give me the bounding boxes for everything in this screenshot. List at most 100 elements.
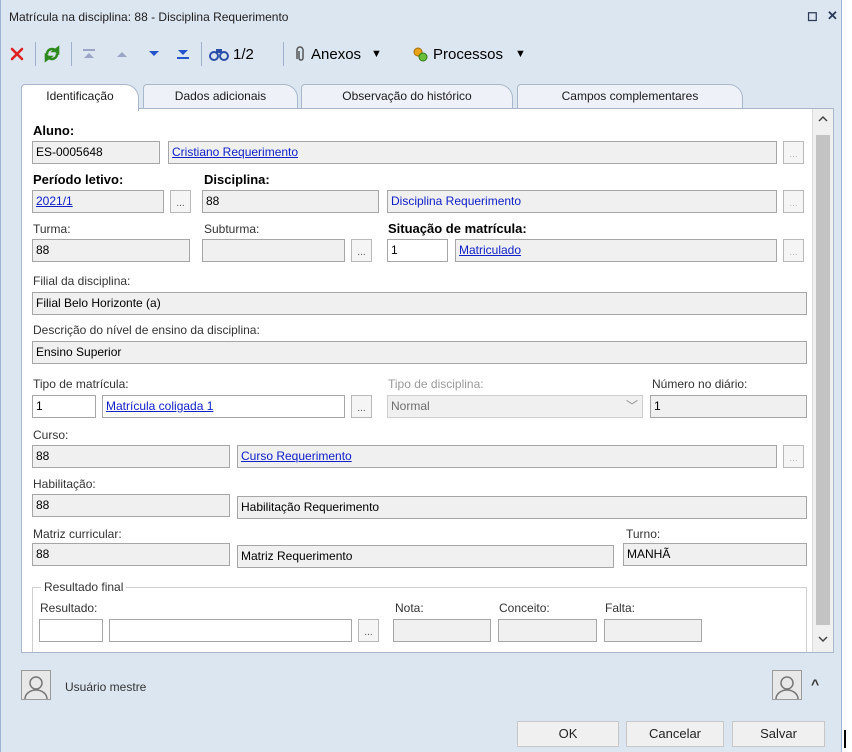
subturma-field[interactable] <box>202 239 345 262</box>
previous-record-icon[interactable] <box>115 44 129 64</box>
conceito-field[interactable] <box>498 619 597 642</box>
tab-identificacao[interactable]: Identificação <box>21 84 139 111</box>
tipo-disciplina-label: Tipo de disciplina: <box>388 377 484 391</box>
scrollbar-thumb[interactable] <box>816 135 830 625</box>
processes-button[interactable]: Processos ▼ <box>411 44 526 64</box>
user-name: Usuário mestre <box>65 680 147 694</box>
curso-code-field[interactable]: 88 <box>32 445 230 468</box>
dialog-window: Matrícula na disciplina: 88 - Disciplina… <box>0 0 842 752</box>
aluno-lookup-button[interactable]: ... <box>783 141 804 164</box>
tipo-disciplina-value: Normal <box>391 399 430 413</box>
curso-name-link[interactable]: Curso Requerimento <box>237 445 777 468</box>
disciplina-name-field[interactable]: Disciplina Requerimento <box>387 190 777 213</box>
tab-campos-complementares[interactable]: Campos complementares <box>517 84 743 109</box>
form-panel: Aluno: ES-0005648 Cristiano Requerimento… <box>21 108 834 653</box>
restore-icon[interactable]: ◻ <box>807 8 818 24</box>
chevron-down-icon: ﹀ <box>625 399 638 413</box>
chevron-down-icon: ▼ <box>371 48 382 60</box>
turma-label: Turma: <box>33 222 71 236</box>
title-bar: Matrícula na disciplina: 88 - Disciplina… <box>1 0 841 34</box>
toolbar-separator <box>283 42 284 66</box>
resultado-code-field[interactable] <box>39 619 103 642</box>
find-record[interactable]: 1/2 <box>209 44 254 64</box>
tipo-matricula-label: Tipo de matrícula: <box>33 377 129 391</box>
find-icon <box>209 49 229 61</box>
falta-field[interactable] <box>604 619 702 642</box>
processes-label: Processos <box>433 45 504 63</box>
conceito-label: Conceito: <box>499 601 550 615</box>
status-bar: Usuário mestre ^ <box>1 660 841 710</box>
user-avatar-icon <box>21 670 51 700</box>
aluno-code-field[interactable]: ES-0005648 <box>32 141 160 164</box>
tipo-matricula-name-link[interactable]: Matrícula coligada 1 <box>102 395 345 418</box>
save-button[interactable]: Salvar <box>732 721 825 747</box>
toolbar-separator <box>71 42 72 66</box>
curso-lookup-button[interactable]: ... <box>783 445 804 468</box>
situacao-label: Situação de matrícula: <box>388 221 527 236</box>
user-profile-icon[interactable] <box>772 670 802 700</box>
refresh-icon[interactable] <box>43 44 61 64</box>
filial-label: Filial da disciplina: <box>33 274 131 288</box>
aluno-label: Aluno: <box>33 123 75 138</box>
turno-label: Turno: <box>626 527 661 541</box>
habilitacao-name-field[interactable]: Habilitação Requerimento <box>237 496 807 519</box>
numero-diario-label: Número no diário: <box>652 377 748 391</box>
scroll-up-icon[interactable] <box>813 113 833 131</box>
attachments-label: Anexos <box>311 45 362 63</box>
habilitacao-label: Habilitação: <box>33 477 96 491</box>
toolbar-separator <box>35 42 36 66</box>
resultado-name-field[interactable] <box>109 619 352 642</box>
tab-dados-adicionais[interactable]: Dados adicionais <box>143 84 298 109</box>
window-title: Matrícula na disciplina: 88 - Disciplina… <box>9 10 289 24</box>
situacao-code-field[interactable]: 1 <box>387 239 448 262</box>
curso-label: Curso: <box>33 428 69 442</box>
chevron-down-icon: ▼ <box>515 48 526 60</box>
record-indicator: 1/2 <box>233 45 254 63</box>
toolbar-separator <box>201 42 202 66</box>
numero-diario-field[interactable]: 1 <box>650 395 807 418</box>
matriz-name-field[interactable]: Matriz Requerimento <box>237 545 614 568</box>
tipo-matricula-code-field[interactable]: 1 <box>32 395 96 418</box>
nivel-field[interactable]: Ensino Superior <box>32 341 807 364</box>
aluno-name-link[interactable]: Cristiano Requerimento <box>168 141 777 164</box>
resultado-lookup-button[interactable]: ... <box>358 619 379 642</box>
filial-field[interactable]: Filial Belo Horizonte (a) <box>32 292 807 315</box>
next-record-icon[interactable] <box>147 44 161 64</box>
nivel-label: Descrição do nível de ensino da discipli… <box>33 323 260 337</box>
scroll-down-icon[interactable] <box>813 633 833 651</box>
disciplina-label: Disciplina: <box>204 172 270 187</box>
periodo-field[interactable]: 2021/1 <box>32 190 164 213</box>
subturma-lookup-button[interactable]: ... <box>351 239 372 262</box>
last-record-icon[interactable] <box>175 44 191 64</box>
situacao-lookup-button[interactable]: ... <box>783 239 804 262</box>
matriz-label: Matriz curricular: <box>33 527 122 541</box>
turma-field[interactable]: 88 <box>32 239 190 262</box>
tab-observacao-historico[interactable]: Observação do histórico <box>301 84 513 109</box>
falta-label: Falta: <box>605 601 636 615</box>
delete-icon[interactable] <box>9 44 25 64</box>
cancel-button[interactable]: Cancelar <box>626 721 724 747</box>
turno-field[interactable]: MANHÃ <box>623 543 807 566</box>
matriz-code-field[interactable]: 88 <box>32 543 230 566</box>
close-icon[interactable]: ✕ <box>827 8 838 24</box>
resultado-final-legend: Resultado final <box>41 580 127 594</box>
situacao-name-link[interactable]: Matriculado <box>455 239 777 262</box>
expand-icon[interactable]: ^ <box>811 676 819 692</box>
nota-field[interactable] <box>393 619 491 642</box>
periodo-label: Período letivo: <box>33 172 124 187</box>
processes-icon <box>413 47 428 62</box>
attachments-button[interactable]: Anexos ▼ <box>293 44 382 64</box>
first-record-icon[interactable] <box>81 44 97 64</box>
vertical-scrollbar[interactable] <box>812 109 833 652</box>
form-content: Aluno: ES-0005648 Cristiano Requerimento… <box>22 109 812 652</box>
habilitacao-code-field[interactable]: 88 <box>32 494 230 517</box>
tipo-disciplina-select[interactable]: Normal ﹀ <box>387 395 643 418</box>
resultado-label: Resultado: <box>40 601 98 615</box>
periodo-lookup-button[interactable]: ... <box>170 190 191 213</box>
tipo-matricula-lookup-button[interactable]: ... <box>351 395 372 418</box>
disciplina-code-field[interactable]: 88 <box>202 190 379 213</box>
toolbar: 1/2 Anexos ▼ Processos ▼ <box>1 34 841 74</box>
paperclip-icon <box>296 46 304 61</box>
ok-button[interactable]: OK <box>517 721 619 747</box>
disciplina-lookup-button[interactable]: ... <box>783 190 804 213</box>
